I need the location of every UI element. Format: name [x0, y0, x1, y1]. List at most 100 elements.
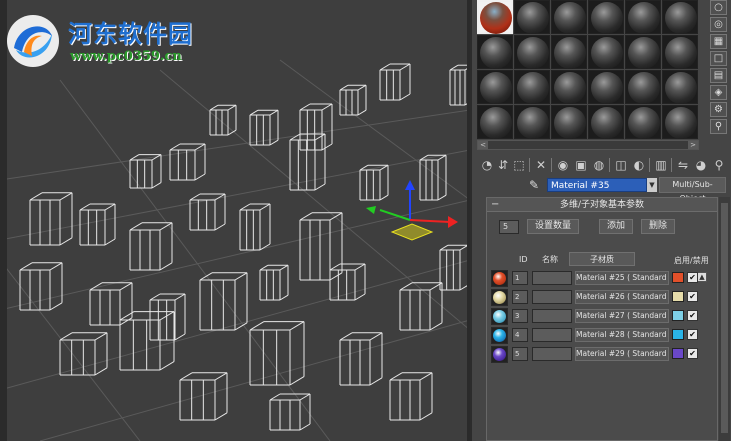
column-header-name[interactable]: 名称: [542, 254, 558, 266]
chevron-down-icon[interactable]: ▼: [647, 178, 657, 192]
scrollbar-thumb[interactable]: [721, 203, 728, 433]
show-map-in-viewport-icon[interactable]: ◫: [613, 157, 629, 173]
enable-checkbox[interactable]: ✔: [687, 272, 698, 283]
material-toolbar: ◔ ⇵ ⬚ ✕ ◉ ▣ ◍ ◫ ◐ ▥ ⇋ ◕ ⚲: [477, 155, 729, 175]
name-field[interactable]: [532, 290, 572, 304]
color-swatch[interactable]: [672, 348, 684, 359]
material-slot[interactable]: [551, 70, 587, 104]
material-preview-swatch[interactable]: [491, 346, 508, 363]
scroll-left-icon[interactable]: <: [478, 141, 488, 149]
color-swatch[interactable]: [672, 310, 684, 321]
submaterial-button[interactable]: Material #28 ( Standard ): [575, 328, 669, 342]
material-slot[interactable]: [551, 35, 587, 69]
assign-to-selection-icon[interactable]: ⬚: [511, 157, 527, 173]
material-slot[interactable]: [477, 105, 513, 139]
color-swatch[interactable]: [672, 272, 684, 283]
enable-checkbox[interactable]: ✔: [687, 329, 698, 340]
enable-checkbox[interactable]: ✔: [687, 310, 698, 321]
material-sphere-icon: [628, 2, 660, 34]
select-by-material-icon[interactable]: ⚲: [710, 119, 727, 134]
set-count-button[interactable]: 设置数量: [527, 219, 579, 234]
rollout-header[interactable]: − 多维/子对象基本参数: [487, 198, 717, 212]
color-swatch[interactable]: [672, 291, 684, 302]
material-sphere-icon: [493, 348, 506, 361]
material-preview-swatch[interactable]: [491, 327, 508, 344]
material-slot[interactable]: [551, 105, 587, 139]
watermark: 河东软件园 www.pc0359.cn: [4, 8, 214, 70]
watermark-url: www.pc0359.cn: [70, 49, 182, 64]
material-id-channel-icon[interactable]: ◍: [591, 157, 607, 173]
id-field[interactable]: 4: [512, 328, 528, 342]
material-slot[interactable]: [625, 70, 661, 104]
material-sphere-icon: [665, 37, 697, 69]
panel-scrollbar[interactable]: [719, 197, 730, 441]
eyedropper-icon[interactable]: ✎: [529, 178, 543, 192]
submaterial-button[interactable]: Material #27 ( Standard ): [575, 309, 669, 323]
enable-checkbox[interactable]: ✔: [687, 291, 698, 302]
material-preview-swatch[interactable]: [491, 308, 508, 325]
reset-map-icon[interactable]: ✕: [533, 157, 549, 173]
material-slot[interactable]: [662, 70, 698, 104]
submaterial-button[interactable]: Material #29 ( Standard ): [575, 347, 669, 361]
options-icon[interactable]: ⚙: [710, 102, 727, 117]
uv-tiling-icon[interactable]: □: [710, 51, 727, 66]
material-slot[interactable]: [514, 0, 550, 34]
id-field[interactable]: 3: [512, 309, 528, 323]
name-field[interactable]: [532, 271, 572, 285]
material-slot[interactable]: [625, 105, 661, 139]
count-field[interactable]: 5: [499, 220, 519, 234]
material-name-field[interactable]: Material #35: [547, 178, 647, 192]
pick-from-object-icon[interactable]: ◕: [693, 157, 709, 173]
navigator-icon[interactable]: ⚲: [711, 157, 727, 173]
material-sphere-icon: [628, 37, 660, 69]
column-header-submaterial[interactable]: 子材质: [569, 252, 635, 266]
id-field[interactable]: 5: [512, 347, 528, 361]
material-slot[interactable]: [514, 105, 550, 139]
material-slot[interactable]: [588, 70, 624, 104]
background-icon[interactable]: ▦: [710, 34, 727, 49]
name-field[interactable]: [532, 347, 572, 361]
3d-viewport[interactable]: 河东软件园 www.pc0359.cn: [0, 0, 470, 441]
material-slot[interactable]: [662, 0, 698, 34]
video-color-check-icon[interactable]: ▤: [710, 68, 727, 83]
material-slot[interactable]: [551, 0, 587, 34]
submaterial-button[interactable]: Material #26 ( Standard ): [575, 290, 669, 304]
enable-checkbox[interactable]: ✔: [687, 348, 698, 359]
show-end-result-icon[interactable]: ◐: [631, 157, 647, 173]
slot-scrollbar[interactable]: < >: [477, 140, 699, 150]
go-forward-sibling-icon[interactable]: ⇋: [675, 157, 691, 173]
material-slot[interactable]: [662, 105, 698, 139]
put-to-library-icon[interactable]: ▣: [573, 157, 589, 173]
name-field[interactable]: [532, 309, 572, 323]
submaterial-button[interactable]: Material #25 ( Standard ): [575, 271, 669, 285]
material-slot[interactable]: [514, 35, 550, 69]
material-slot[interactable]: [588, 35, 624, 69]
add-button[interactable]: 添加: [599, 219, 633, 234]
material-sphere-icon: [554, 107, 586, 139]
color-swatch[interactable]: [672, 329, 684, 340]
id-field[interactable]: 2: [512, 290, 528, 304]
sample-type-icon[interactable]: ○: [710, 0, 727, 15]
material-slot[interactable]: [477, 70, 513, 104]
make-preview-icon[interactable]: ◈: [710, 85, 727, 100]
material-slot[interactable]: [477, 0, 513, 34]
material-preview-swatch[interactable]: [491, 289, 508, 306]
material-slot[interactable]: [514, 70, 550, 104]
material-type-button[interactable]: Multi/Sub-Object: [659, 177, 726, 203]
delete-button[interactable]: 删除: [641, 219, 675, 234]
material-slot[interactable]: [662, 35, 698, 69]
material-slot[interactable]: [625, 35, 661, 69]
name-field[interactable]: [532, 328, 572, 342]
id-field[interactable]: 1: [512, 271, 528, 285]
get-material-icon[interactable]: ◔: [479, 157, 495, 173]
scroll-right-icon[interactable]: >: [688, 141, 698, 149]
make-unique-icon[interactable]: ◉: [555, 157, 571, 173]
put-to-scene-icon[interactable]: ⇵: [495, 157, 511, 173]
go-to-parent-icon[interactable]: ▥: [653, 157, 669, 173]
backlight-icon[interactable]: ◎: [710, 17, 727, 32]
material-slot[interactable]: [588, 105, 624, 139]
material-slot[interactable]: [588, 0, 624, 34]
material-preview-swatch[interactable]: [491, 270, 508, 287]
material-slot[interactable]: [477, 35, 513, 69]
material-slot[interactable]: [625, 0, 661, 34]
